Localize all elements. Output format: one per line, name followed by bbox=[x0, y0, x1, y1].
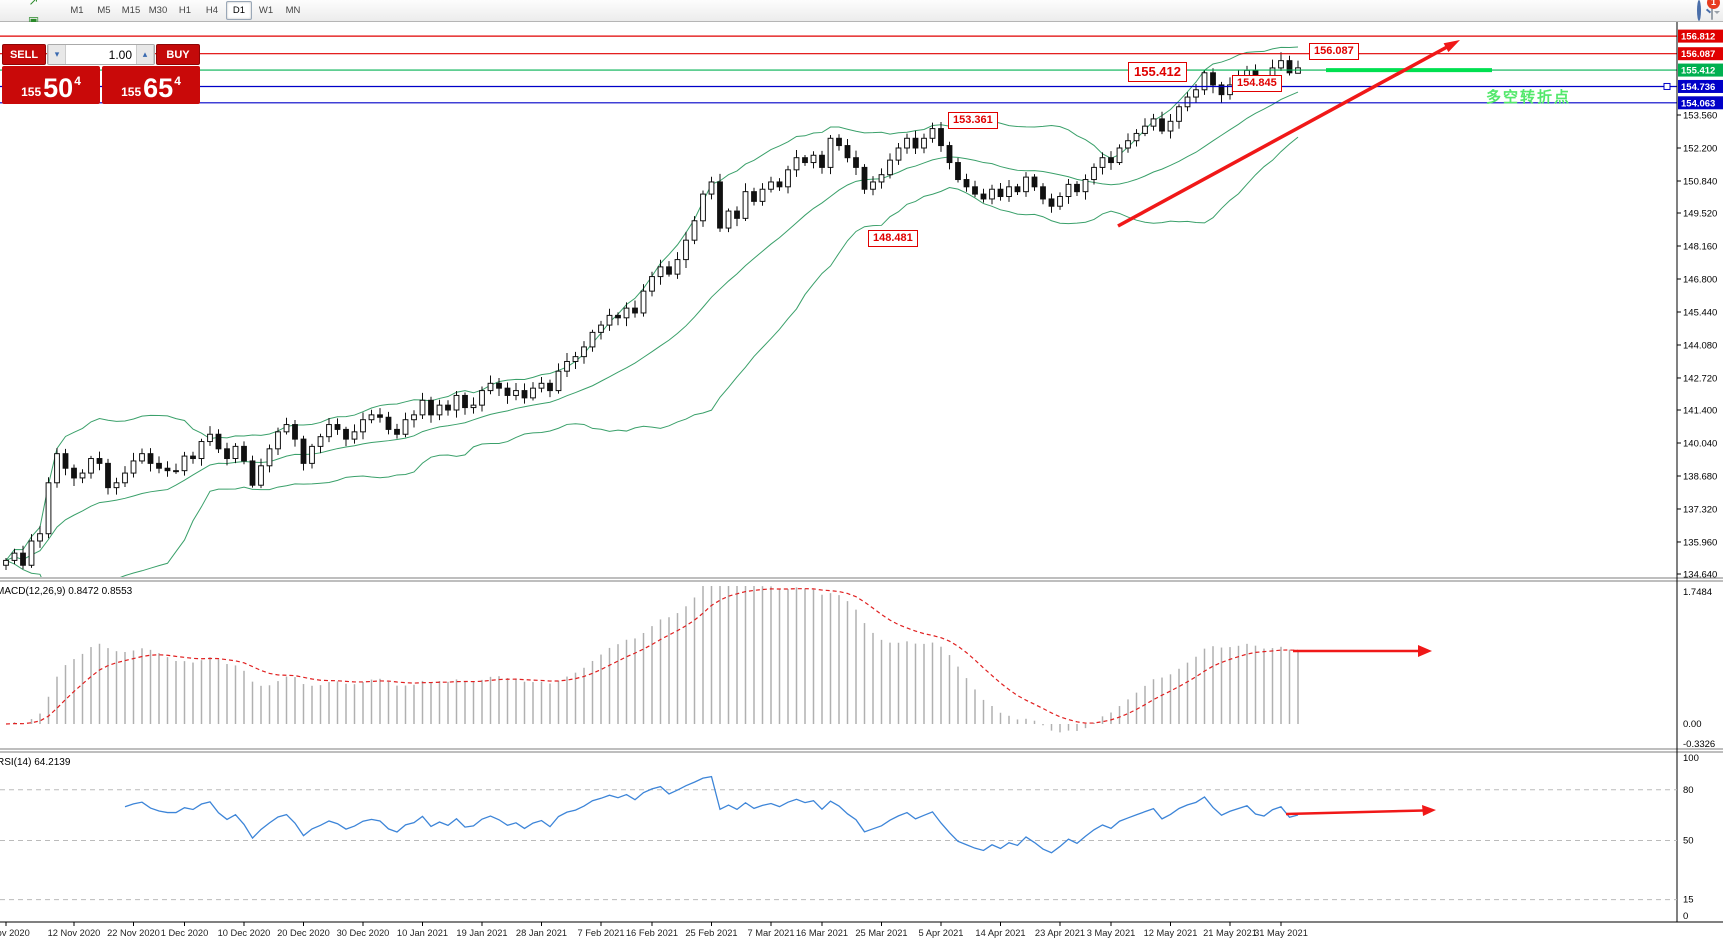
buy-price-prefix: 155 bbox=[121, 85, 141, 99]
time-label: 2 Nov 2020 bbox=[0, 928, 30, 938]
time-label: 16 Feb 2021 bbox=[626, 928, 678, 938]
notification-badge: 1 bbox=[1707, 0, 1720, 9]
timeframe-button-h1[interactable]: H1 bbox=[172, 1, 198, 20]
search-button[interactable] bbox=[1697, 2, 1701, 20]
price-tick: 141.400 bbox=[1683, 406, 1717, 417]
volume-decrease-button[interactable]: ▾ bbox=[48, 45, 66, 64]
price-tick: 148.160 bbox=[1683, 242, 1717, 253]
volume-increase-button[interactable]: ▴ bbox=[136, 45, 154, 64]
one-click-trading-panel[interactable]: SELL ▾ ▴ BUY 155 50 4 155 65 4 bbox=[2, 44, 200, 104]
time-label: 21 May 2021 bbox=[1203, 928, 1257, 938]
buy-price-display[interactable]: 155 65 4 bbox=[102, 66, 200, 104]
timeframe-button-w1[interactable]: W1 bbox=[253, 1, 279, 20]
price-badge: 154.736 bbox=[1681, 82, 1715, 93]
macd-axis-bottom: -0.3326 bbox=[1683, 739, 1715, 750]
time-label: 5 Apr 2021 bbox=[919, 928, 964, 938]
timeframe-button-m1[interactable]: M1 bbox=[64, 1, 90, 20]
macd-label: MACD(12,26,9) 0.8472 0.8553 bbox=[0, 586, 133, 597]
timeframe-button-m15[interactable]: M15 bbox=[118, 1, 144, 20]
main-toolbar: ◫+新订单◆☻◉●自动交易║▥≈⊕⊖▦↗▣◷▩↖＋｜—∕⫽FAT⇅ M1M5M1… bbox=[0, 0, 1723, 22]
price-chart-canvas[interactable]: 153.560 152.200 150.840 149.520 148.160 146.8… bbox=[0, 22, 1723, 945]
price-tick: 146.800 bbox=[1683, 274, 1717, 285]
sell-price-pip: 4 bbox=[74, 74, 81, 88]
timeframe-button-m5[interactable]: M5 bbox=[91, 1, 117, 20]
time-label: 28 Jan 2021 bbox=[516, 928, 567, 938]
buy-price-big: 65 bbox=[143, 75, 173, 102]
rsi-axis-tick: 15 bbox=[1683, 895, 1694, 906]
time-label: 23 Apr 2021 bbox=[1035, 928, 1085, 938]
indicators-icon[interactable]: ↗ bbox=[4, 0, 63, 11]
price-annotation-155[interactable]: 155.412 bbox=[1128, 62, 1187, 82]
price-tick: 149.520 bbox=[1683, 209, 1717, 220]
timeframe-button-mn[interactable]: MN bbox=[280, 1, 306, 20]
price-tick: 135.960 bbox=[1683, 537, 1717, 548]
price-badge: 155.412 bbox=[1681, 66, 1715, 77]
price-annotation-153[interactable]: 153.361 bbox=[948, 112, 998, 129]
time-label: 3 May 2021 bbox=[1087, 928, 1136, 938]
price-tick: 140.040 bbox=[1683, 438, 1717, 449]
time-label: 10 Jan 2021 bbox=[397, 928, 448, 938]
time-label: 19 Jan 2021 bbox=[456, 928, 507, 938]
macd-axis-top: 1.7484 bbox=[1683, 587, 1712, 598]
price-annotation-156[interactable]: 156.087 bbox=[1309, 43, 1359, 60]
time-label: 25 Feb 2021 bbox=[685, 928, 737, 938]
price-annotation-148[interactable]: 148.481 bbox=[868, 230, 918, 247]
price-tick: 142.720 bbox=[1683, 373, 1717, 384]
price-tick: 150.840 bbox=[1683, 176, 1717, 187]
price-annotation-154[interactable]: 154.845 bbox=[1232, 75, 1282, 92]
rsi-label: RSI(14) 64.2139 bbox=[0, 757, 71, 768]
price-badge: 156.812 bbox=[1681, 32, 1715, 43]
time-label: 10 Dec 2020 bbox=[218, 928, 271, 938]
rsi-axis-tick: 100 bbox=[1683, 753, 1699, 764]
chart-area[interactable]: GBPJPY, Daily 155.280 155.801 155.280 15… bbox=[0, 22, 1723, 945]
time-label: 16 Mar 2021 bbox=[796, 928, 848, 938]
price-badge: 154.063 bbox=[1681, 98, 1715, 109]
timeframe-button-d1[interactable]: D1 bbox=[226, 1, 252, 20]
timeframe-button-h4[interactable]: H4 bbox=[199, 1, 225, 20]
price-tick: 144.080 bbox=[1683, 340, 1717, 351]
buy-price-pip: 4 bbox=[174, 74, 181, 88]
rsi-axis-tick: 50 bbox=[1683, 836, 1694, 847]
sell-price-prefix: 155 bbox=[21, 85, 41, 99]
notifications-button[interactable]: 1 bbox=[1711, 2, 1713, 20]
sell-price-big: 50 bbox=[43, 75, 73, 102]
rsi-axis-tick: 80 bbox=[1683, 785, 1694, 796]
volume-stepper[interactable]: ▾ ▴ bbox=[47, 44, 155, 65]
trend-note-label[interactable]: 多空转折点 bbox=[1486, 86, 1571, 107]
time-label: 20 Dec 2020 bbox=[277, 928, 330, 938]
price-tick: 153.560 bbox=[1683, 111, 1717, 122]
price-tick: 134.640 bbox=[1683, 569, 1717, 580]
timeframe-button-m30[interactable]: M30 bbox=[145, 1, 171, 20]
macd-axis-zero: 0.00 bbox=[1683, 719, 1702, 730]
price-badge: 156.087 bbox=[1681, 49, 1715, 60]
time-label: 22 Nov 2020 bbox=[107, 928, 160, 938]
time-label: 7 Mar 2021 bbox=[747, 928, 794, 938]
rsi-axis-tick: 0 bbox=[1683, 911, 1688, 922]
sell-button[interactable]: SELL bbox=[2, 44, 46, 65]
price-tick: 137.320 bbox=[1683, 504, 1717, 515]
time-label: 12 Nov 2020 bbox=[48, 928, 101, 938]
buy-button[interactable]: BUY bbox=[156, 44, 200, 65]
price-tick: 152.200 bbox=[1683, 143, 1717, 154]
price-tick: 145.440 bbox=[1683, 307, 1717, 318]
time-label: 25 Mar 2021 bbox=[855, 928, 907, 938]
time-label: 14 Apr 2021 bbox=[975, 928, 1025, 938]
time-label: 12 May 2021 bbox=[1144, 928, 1198, 938]
sell-price-display[interactable]: 155 50 4 bbox=[2, 66, 100, 104]
volume-input[interactable] bbox=[66, 45, 136, 64]
time-label: 7 Feb 2021 bbox=[577, 928, 624, 938]
time-label: 31 May 2021 bbox=[1254, 928, 1308, 938]
line-handle bbox=[1664, 83, 1670, 89]
price-tick: 138.680 bbox=[1683, 471, 1717, 482]
time-label: 30 Dec 2020 bbox=[337, 928, 390, 938]
time-label: 1 Dec 2020 bbox=[161, 928, 209, 938]
search-icon bbox=[1697, 0, 1701, 21]
